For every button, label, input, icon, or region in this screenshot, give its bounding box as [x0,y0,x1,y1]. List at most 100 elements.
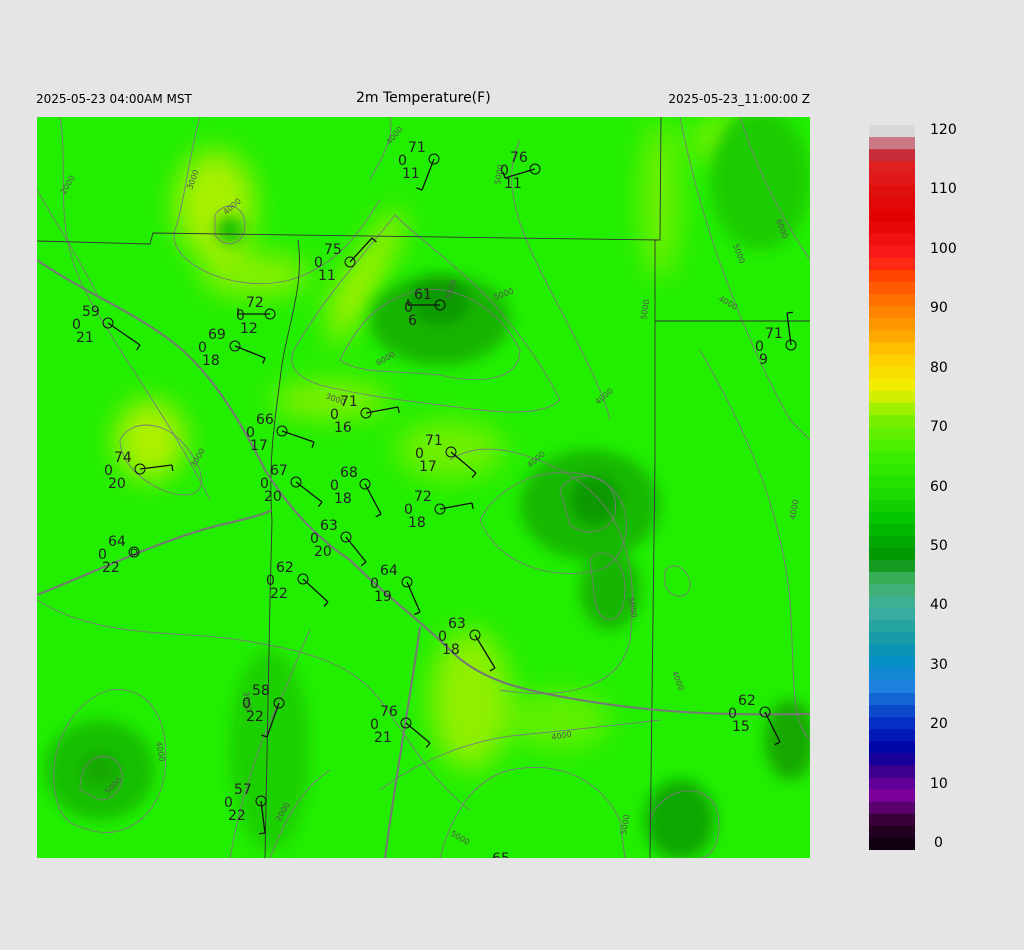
station-dewpoint: 21 [374,730,392,746]
valid-time-local: 2025-05-23 04:00AM MST [36,92,192,106]
colorbar-tick-label: 20 [930,716,948,732]
colorbar-swatch [869,801,915,815]
station-temperature: 68 [340,465,358,481]
colorbar-swatch [869,245,915,259]
colorbar-swatch [869,729,915,742]
colorbar-swatch [869,705,915,718]
colorbar-swatch [869,825,915,839]
colorbar-swatch [869,717,915,730]
station-temperature: 71 [765,326,783,342]
station-dewpoint: 21 [76,330,94,346]
station-dewpoint: 18 [408,515,426,531]
colorbar-swatch [869,173,915,186]
station-temperature: 64 [108,534,126,550]
station-dewpoint: 17 [419,459,437,475]
station-temperature: 59 [82,304,100,320]
colorbar-swatch [869,644,915,658]
station-temperature: 72 [414,489,432,505]
colorbar-swatch [869,257,915,271]
temperature-field [37,117,810,858]
station-temperature: 74 [114,450,132,466]
station-dewpoint: 22 [270,586,288,602]
colorbar-swatch [869,366,915,380]
colorbar-swatch [869,197,915,211]
station-temperature: 62 [276,560,294,576]
map-canvas: 2000 30004000400050005000600050003000 4000… [37,117,810,858]
station-temperature: 71 [408,140,426,156]
temperature-colorbar [869,125,915,851]
colorbar-tick-label: 120 [930,122,957,138]
station-temperature: 76 [510,150,528,166]
map-title: 2m Temperature(F) [356,90,491,106]
colorbar-swatch [869,584,915,597]
colorbar-swatch [869,656,915,670]
colorbar-swatches [869,125,915,851]
station-temperature: 58 [252,683,270,699]
station-temperature: 67 [270,463,288,479]
colorbar-swatch [869,487,915,501]
station-dewpoint: 20 [108,476,126,492]
colorbar-swatch [869,149,915,162]
colorbar-swatch [869,596,915,609]
colorbar-tick-label: 110 [930,181,957,197]
wind-barb-flag [171,464,174,472]
station-dewpoint: 22 [228,808,246,824]
station-temperature: 75 [324,242,342,258]
station-dewpoint: 19 [374,589,392,605]
station-dewpoint: 11 [504,176,522,192]
station-dewpoint: 11 [318,268,336,284]
colorbar-swatch [869,789,915,803]
station-temperature: 57 [234,782,252,798]
station-temperature: 63 [320,518,338,534]
station-temperature: 71 [340,394,358,410]
station-temperature: 72 [246,295,264,311]
colorbar-swatch [869,741,915,754]
colorbar-swatch [869,511,915,525]
colorbar-swatch [869,125,915,138]
colorbar-swatch [869,270,915,283]
colorbar-tick-label: 80 [930,360,948,376]
colorbar-swatch [869,499,915,513]
station-dewpoint: 11 [402,166,420,182]
station-dewpoint: 16 [334,420,352,436]
colorbar-swatch [869,547,915,561]
station-dewpoint: 18 [202,353,220,369]
colorbar-swatch [869,209,915,223]
colorbar-swatch [869,668,915,682]
colorbar-swatch [869,608,915,621]
station-dewpoint: 9 [759,352,768,368]
colorbar-swatch [869,330,915,343]
colorbar-swatch [869,306,915,319]
station-dewpoint: 12 [240,321,258,337]
colorbar-swatch [869,535,915,549]
station-temperature: 66 [256,412,274,428]
colorbar-swatch [869,318,915,331]
station-temperature: 62 [738,693,756,709]
colorbar-tick-label: 90 [930,300,948,316]
station-temperature: 69 [208,327,226,343]
wind-barb-flag [786,311,794,314]
colorbar-swatch [869,390,915,404]
colorbar-tick-label: 100 [930,241,957,257]
station-temperature: 63 [448,616,466,632]
colorbar-swatch [869,560,915,573]
colorbar-swatch [869,221,915,235]
station-temperature: 64 [380,563,398,579]
colorbar-swatch [869,342,915,356]
colorbar-swatch [869,813,915,827]
colorbar-swatch [869,572,915,585]
station-dewpoint: 6 [408,313,417,329]
colorbar-swatch [869,282,915,295]
station-dewpoint: 20 [264,489,282,505]
colorbar-tick-label: 30 [930,657,948,673]
colorbar-swatch [869,378,915,392]
colorbar-swatch [869,161,915,174]
colorbar-swatch [869,680,915,694]
colorbar-swatch [869,632,915,646]
colorbar-swatch [869,427,915,440]
colorbar-tick-label: 70 [930,419,948,435]
colorbar-swatch [869,185,915,198]
colorbar-swatch [869,463,915,476]
station-temperature: 65 [492,851,510,858]
station-dewpoint: 18 [334,491,352,507]
